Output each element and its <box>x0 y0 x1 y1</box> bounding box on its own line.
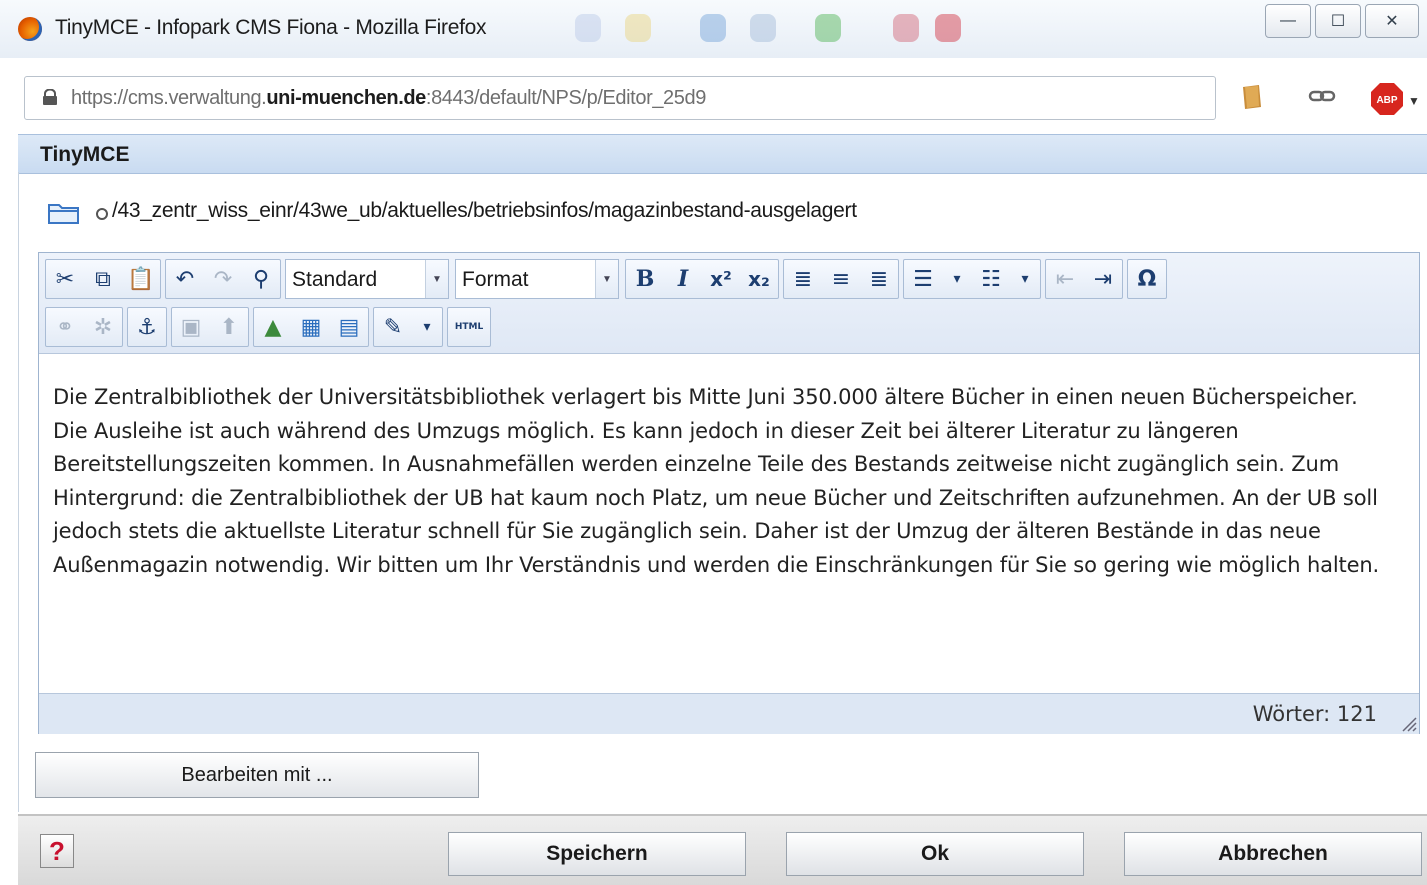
list-group: ☰ ▾ ☷ ▾ <box>903 259 1041 299</box>
maximize-button[interactable]: ☐ <box>1315 4 1361 38</box>
blurred-taskbar-icon <box>815 14 841 42</box>
edit-group: ✎ ▾ <box>373 307 443 347</box>
outdent-icon[interactable]: ⇤ <box>1046 260 1084 298</box>
chevron-down-icon: ▼ <box>425 260 448 298</box>
bold-icon[interactable]: B <box>626 260 664 298</box>
chevron-down-icon[interactable]: ▾ <box>1010 260 1040 298</box>
omega-icon[interactable]: Ω <box>1128 260 1166 298</box>
history-group: ↶ ↷ ⚲ <box>165 259 281 299</box>
anchor-group: ⚓ <box>127 307 167 347</box>
clipboard-group: ✂ ⧉ 📋 <box>45 259 161 299</box>
paste-icon[interactable]: 📋 <box>122 260 160 298</box>
find-icon[interactable]: ⚲ <box>242 260 280 298</box>
undo-icon[interactable]: ↶ <box>166 260 204 298</box>
dialog-header: TinyMCE <box>18 134 1427 174</box>
anchor-icon[interactable]: ⚓ <box>128 308 166 346</box>
html-source-button[interactable]: HTML <box>448 308 490 346</box>
firefox-icon <box>18 17 42 41</box>
redo-icon[interactable]: ↷ <box>204 260 242 298</box>
rich-text-editor: ✂ ⧉ 📋 ↶ ↷ ⚲ Standard ▼ Format ▼ B I x² x… <box>38 252 1420 734</box>
editor-toolbar: ✂ ⧉ 📋 ↶ ↷ ⚲ Standard ▼ Format ▼ B I x² x… <box>39 253 1419 354</box>
media-icon[interactable]: ▦ <box>292 308 330 346</box>
link-icon[interactable]: ⚭ <box>46 308 84 346</box>
text-style-group: B I x² x₂ <box>625 259 779 299</box>
blurred-taskbar-icon <box>935 14 961 42</box>
help-icon[interactable]: ? <box>40 834 74 868</box>
insert-box-icon[interactable]: ▣ <box>172 308 210 346</box>
align-group: ≣ ≡ ≣ <box>783 259 899 299</box>
blurred-taskbar-icon <box>575 14 601 42</box>
svg-text:ABP: ABP <box>1376 95 1397 106</box>
dialog-border <box>18 172 19 812</box>
style-select[interactable]: Standard ▼ <box>285 259 449 299</box>
align-right-icon[interactable]: ≣ <box>860 260 898 298</box>
bullet-list-icon[interactable]: ☰ <box>904 260 942 298</box>
blurred-taskbar-icon <box>750 14 776 42</box>
close-button[interactable]: ✕ <box>1365 4 1419 38</box>
bookmark-icon[interactable] <box>1240 84 1264 110</box>
italic-icon[interactable]: I <box>664 260 702 298</box>
window-title: TinyMCE - Infopark CMS Fiona - Mozilla F… <box>55 16 487 39</box>
ok-button[interactable]: Ok <box>786 832 1084 876</box>
subscript-icon[interactable]: x₂ <box>740 260 778 298</box>
folder-icon <box>48 204 79 224</box>
save-button[interactable]: Speichern <box>448 832 746 876</box>
toolbar-row-1: ✂ ⧉ 📋 ↶ ↷ ⚲ Standard ▼ Format ▼ B I x² x… <box>45 259 1171 299</box>
address-bar[interactable]: https://cms.verwaltung.uni-muenchen.de:8… <box>24 76 1216 120</box>
template-icon[interactable]: ▤ <box>330 308 368 346</box>
align-center-icon[interactable]: ≡ <box>822 260 860 298</box>
upload-icon[interactable]: ⬆ <box>210 308 248 346</box>
chevron-down-icon[interactable]: ▾ <box>412 308 442 346</box>
chevron-down-icon: ▼ <box>595 260 618 298</box>
window-controls: — ☐ ✕ <box>1261 4 1419 38</box>
lock-icon <box>43 89 57 105</box>
copy-icon[interactable]: ⧉ <box>84 260 122 298</box>
link-group: ⚭ ✲ <box>45 307 123 347</box>
minimize-button[interactable]: — <box>1265 4 1311 38</box>
indent-group: ⇤ ⇥ <box>1045 259 1123 299</box>
unlink-icon[interactable]: ✲ <box>84 308 122 346</box>
cut-icon[interactable]: ✂ <box>46 260 84 298</box>
superscript-icon[interactable]: x² <box>702 260 740 298</box>
bullet-icon <box>96 208 108 220</box>
blurred-taskbar-icon <box>625 14 651 42</box>
insert-group: ▣ ⬆ <box>171 307 249 347</box>
numbered-list-icon[interactable]: ☷ <box>972 260 1010 298</box>
cancel-button[interactable]: Abbrechen <box>1124 832 1422 876</box>
dialog-title: TinyMCE <box>40 143 130 166</box>
edit-with-button[interactable]: Bearbeiten mit ... <box>35 752 479 798</box>
media-group: ▲ ▦ ▤ <box>253 307 369 347</box>
edit-icon[interactable]: ✎ <box>374 308 412 346</box>
chevron-down-icon[interactable]: ▼ <box>1408 94 1420 108</box>
blurred-taskbar-icon <box>893 14 919 42</box>
blurred-taskbar-icon <box>700 14 726 42</box>
link-icon[interactable] <box>1308 88 1336 104</box>
special-char-group: Ω <box>1127 259 1167 299</box>
chevron-down-icon[interactable]: ▾ <box>942 260 972 298</box>
word-count: Wörter: 121 <box>1252 702 1377 726</box>
indent-icon[interactable]: ⇥ <box>1084 260 1122 298</box>
editor-statusbar: Wörter: 121 <box>39 693 1419 734</box>
dialog-footer: ? Speichern Ok Abbrechen <box>18 814 1427 885</box>
html-group: HTML <box>447 307 491 347</box>
path-text[interactable]: /43_zentr_wiss_einr/43we_ub/aktuelles/be… <box>112 199 857 223</box>
adblock-icon[interactable]: ABP <box>1370 82 1404 116</box>
editor-content[interactable]: Die Zentralbibliothek der Universitätsbi… <box>53 381 1393 582</box>
resize-handle-icon[interactable] <box>1399 714 1417 732</box>
image-icon[interactable]: ▲ <box>254 308 292 346</box>
toolbar-row-2: ⚭ ✲ ⚓ ▣ ⬆ ▲ ▦ ▤ ✎ ▾ HTML <box>45 307 495 347</box>
window-titlebar: TinyMCE - Infopark CMS Fiona - Mozilla F… <box>0 0 1427 58</box>
align-left-icon[interactable]: ≣ <box>784 260 822 298</box>
url-text[interactable]: https://cms.verwaltung.uni-muenchen.de:8… <box>71 87 706 110</box>
format-select[interactable]: Format ▼ <box>455 259 619 299</box>
